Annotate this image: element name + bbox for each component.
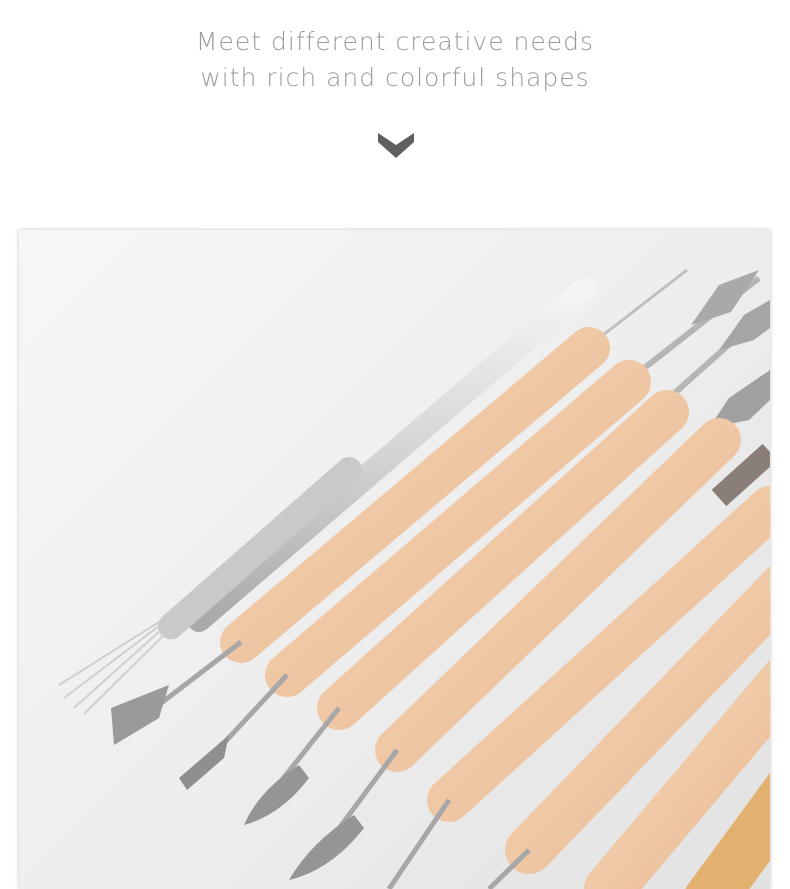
clay-tools-illustration xyxy=(58,268,770,889)
headline-line-2: with rich and colorful shapes xyxy=(200,63,590,92)
headline: Meet different creative needs with rich … xyxy=(0,24,790,96)
headline-line-1: Meet different creative needs xyxy=(195,27,595,56)
chevron-down-icon xyxy=(377,130,415,160)
product-photo xyxy=(19,230,770,889)
